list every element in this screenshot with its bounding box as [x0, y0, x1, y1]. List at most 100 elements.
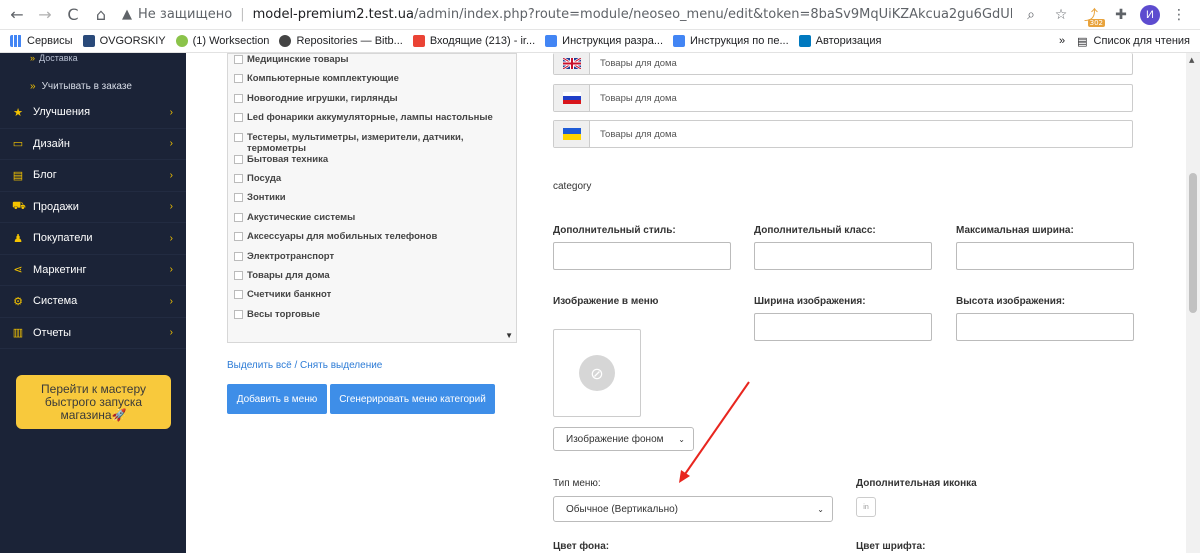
generate-menu-button[interactable]: Сгенерировать меню категорий [330, 384, 495, 414]
forward-icon[interactable]: → [34, 4, 56, 26]
checkbox[interactable] [234, 74, 243, 84]
category-option[interactable]: Зонтики [228, 192, 516, 211]
category-option[interactable]: Компьютерные комплектующие [228, 73, 516, 92]
sidebar-item-label: Покупатели [33, 232, 93, 245]
bookmarks-overflow[interactable]: » [1059, 35, 1065, 47]
wizard-button[interactable]: Перейти к мастеру быстрого запуска магаз… [16, 375, 171, 429]
name-row-uk[interactable]: Товары для дома [553, 53, 1133, 75]
sidebar-item[interactable]: ♟ Покупатели › [0, 223, 186, 255]
category-option[interactable]: Тестеры, мультиметры, измерители, датчик… [228, 132, 516, 154]
checkbox[interactable] [234, 232, 243, 242]
bookmark-instruction-1[interactable]: Инструкция разра... [545, 35, 663, 47]
profile-avatar[interactable]: И [1140, 4, 1160, 25]
home-icon[interactable]: ⌂ [90, 4, 112, 26]
category-option[interactable]: Товары для дома [228, 270, 516, 289]
menu-image-placeholder[interactable]: ⊘ [553, 329, 641, 417]
name-input-ua[interactable]: Товары для дома [590, 121, 677, 147]
checkbox[interactable] [234, 93, 243, 103]
page-scrollbar[interactable]: ▲ [1186, 53, 1200, 553]
extension-icon[interactable]: ⤴ 302 [1080, 4, 1105, 27]
bookmark-ovgorskiy[interactable]: OVGORSKIY [82, 35, 166, 47]
sidebar-sub-delivery[interactable]: » Доставка [0, 53, 186, 66]
extra-icon-picker[interactable]: in [856, 497, 876, 517]
warning-icon[interactable]: ▲ [122, 7, 132, 22]
star-icon[interactable]: ☆ [1050, 4, 1072, 26]
extra-class-input[interactable] [754, 242, 932, 270]
checkbox[interactable] [234, 290, 243, 300]
name-row-ru[interactable]: Товары для дома [553, 84, 1133, 112]
category-option[interactable]: Бытовая техника [228, 154, 516, 173]
max-width-input[interactable] [956, 242, 1134, 270]
category-option[interactable]: Новогодние игрушки, гирлянды [228, 93, 516, 112]
checkbox[interactable] [234, 193, 243, 203]
sidebar-item[interactable]: ▤ Блог › [0, 160, 186, 192]
checkbox[interactable] [234, 113, 243, 123]
category-option[interactable]: Весы торговые [228, 309, 516, 328]
security-label[interactable]: Не защищено [138, 7, 232, 22]
sidebar-item-icon: ♟ [13, 232, 23, 245]
checkbox[interactable] [234, 212, 243, 222]
sidebar-sub-consider-order[interactable]: » Учитывать в заказе [0, 75, 186, 97]
category-option[interactable]: Посуда [228, 173, 516, 192]
bookmark-auth[interactable]: Авторизация [798, 35, 881, 47]
category-option[interactable]: Акустические системы [228, 212, 516, 231]
sidebar-item-icon: ⛟ [12, 199, 26, 212]
scroll-up-icon[interactable]: ▲ [1189, 56, 1194, 64]
bookmark-worksection[interactable]: (1) Worksection [175, 35, 269, 47]
chevron-right-icon: › [169, 295, 173, 307]
select-all-link[interactable]: Выделить всё / Снять выделение [227, 360, 382, 371]
category-option[interactable]: Электротранспорт [228, 251, 516, 270]
sidebar-item[interactable]: ⚙ Система › [0, 286, 186, 318]
add-to-menu-button[interactable]: Добавить в меню [227, 384, 327, 414]
category-option[interactable]: Аксессуары для мобильных телефонов [228, 231, 516, 250]
scroll-down-icon[interactable]: ▼ [505, 331, 513, 340]
gmail-icon [412, 35, 425, 47]
sidebar-item[interactable]: ▥ Отчеты › [0, 318, 186, 349]
category-option-label: Товары для дома [247, 269, 330, 281]
bookmark-inbox[interactable]: Входящие (213) - ir... [412, 35, 535, 47]
chevron-right-icon: › [169, 138, 173, 150]
chevron-right-icon: › [169, 201, 173, 213]
sidebar-item[interactable]: ⛟ Продажи › [0, 192, 186, 223]
puzzle-icon[interactable]: ✚ [1110, 4, 1132, 26]
checkbox[interactable] [234, 55, 243, 64]
bookmark-instruction-2[interactable]: Инструкция по пе... [673, 35, 789, 47]
sidebar-item[interactable]: ▭ Дизайн › [0, 129, 186, 160]
category-option-label: Счетчики банкнот [247, 289, 332, 301]
checkbox[interactable] [234, 173, 243, 183]
name-input-ru[interactable]: Товары для дома [590, 85, 677, 111]
sidebar-item[interactable]: ⋖ Маркетинг › [0, 255, 186, 286]
name-input-uk[interactable]: Товары для дома [590, 53, 677, 74]
menu-type-select[interactable]: Обычное (Вертикально) ⌄ [553, 496, 833, 522]
image-mode-select[interactable]: Изображение фоном ⌄ [553, 427, 694, 451]
checkbox[interactable] [234, 270, 243, 280]
checkbox[interactable] [234, 251, 243, 261]
url-host: model-premium2.test.ua [252, 7, 414, 22]
sidebar-item[interactable]: ★ Улучшения › [0, 97, 186, 129]
address-bar[interactable]: ▲ Не защищено | model-premium2.test.ua/a… [122, 4, 1012, 26]
checkbox[interactable] [234, 309, 243, 319]
menu-dots-icon[interactable]: ⋮ [1168, 4, 1190, 26]
checkbox[interactable] [234, 154, 243, 164]
reading-list-icon[interactable]: ▤ [1077, 35, 1087, 48]
back-icon[interactable]: ← [6, 4, 28, 26]
scroll-thumb[interactable] [1189, 173, 1197, 313]
chevron-down-icon: ⌄ [678, 434, 685, 444]
browser-toolbar: ← → C ⌂ ▲ Не защищено | model-premium2.t… [0, 0, 1200, 30]
category-option-label: Компьютерные комплектующие [247, 73, 399, 85]
category-option[interactable]: Медицинские товары [228, 54, 516, 73]
checkbox[interactable] [234, 132, 243, 142]
zoom-icon[interactable]: ⌕ [1020, 4, 1042, 26]
menu-type-value: Обычное (Вертикально) [566, 503, 679, 515]
bookmark-repositories[interactable]: Repositories — Bitb... [279, 35, 403, 47]
reload-icon[interactable]: C [62, 4, 84, 26]
bookmark-services[interactable]: Сервисы [10, 35, 73, 47]
category-option[interactable]: Счетчики банкнот [228, 289, 516, 308]
extra-style-input[interactable] [553, 242, 731, 270]
category-option[interactable]: Led фонарики аккумуляторные, лампы насто… [228, 112, 516, 131]
name-row-ua[interactable]: Товары для дома [553, 120, 1133, 148]
image-width-input[interactable] [754, 313, 932, 341]
category-checklist[interactable]: Медицинские товары Компьютерные комплекту… [227, 53, 517, 343]
image-height-input[interactable] [956, 313, 1134, 341]
reading-list[interactable]: Список для чтения [1094, 35, 1190, 47]
